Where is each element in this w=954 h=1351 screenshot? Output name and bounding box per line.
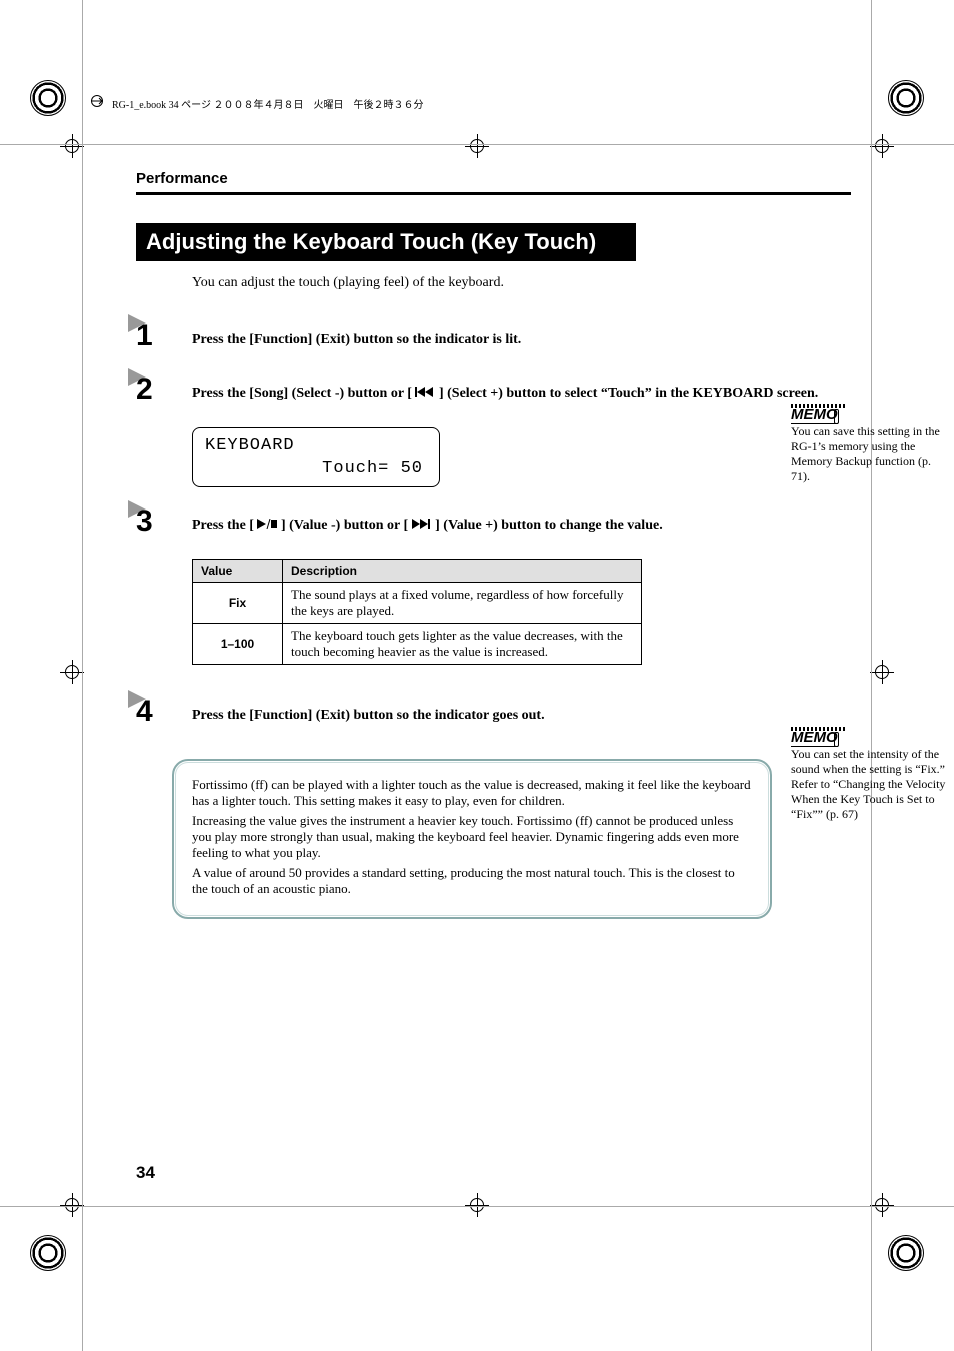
lcd-screen: KEYBOARD Touch= 50 [192,427,440,487]
step-instruction: Press the [Song] (Select -) button or [ … [192,386,851,402]
play-stop-icon [257,518,277,534]
step-number: 2 [136,373,192,407]
crop-mark-icon [60,1193,84,1217]
step-number: 3 [136,505,192,539]
registration-mark-icon [888,80,924,116]
crop-mark-icon [870,134,894,158]
book-header-text: RG-1_e.book 34 ページ ２００８年４月８日 火曜日 午後２時３６分 [112,96,423,111]
step-1: 1 Press the [Function] (Exit) button so … [136,319,851,353]
memo-icon: MEMO [791,729,838,747]
registration-mark-icon [30,1235,66,1271]
table-row: 1–100 The keyboard touch gets lighter as… [193,624,642,665]
step-instruction: Press the [Function] (Exit) button so th… [192,332,851,348]
step-text-part: ] (Value -) button or [ [277,518,411,533]
step-3: 3 Press the [ ] (Value -) button or [ ] … [136,505,851,539]
info-paragraph: A value of around 50 provides a standard… [192,865,752,897]
memo-text: You can set the intensity of the sound w… [791,747,951,777]
step-text-part: ] (Select +) button to select “Touch” in… [435,386,818,401]
step-4: 4 Press the [Function] (Exit) button so … [136,695,851,729]
registration-mark-icon [888,1235,924,1271]
table-cell-value: 1–100 [193,624,283,665]
screen-line-2: Touch= 50 [205,459,427,478]
memo-sidebar-1: MEMO You can save this setting in the RG… [791,404,951,484]
crop-mark-icon [870,660,894,684]
table-header-value: Value [193,560,283,583]
crop-mark-icon [465,1193,489,1217]
crop-line [82,0,83,1351]
step-instruction: Press the [Function] (Exit) button so th… [192,708,851,724]
crop-line [871,0,872,1351]
table-header-description: Description [283,560,642,583]
fast-forward-icon [412,518,432,534]
table-cell-description: The sound plays at a fixed volume, regar… [283,583,642,624]
crop-mark-icon [870,1193,894,1217]
memo-text: Refer to “Changing the Velocity When the… [791,777,951,822]
memo-text: You can save this setting in the RG-1’s … [791,424,951,484]
value-table: Value Description Fix The sound plays at… [192,559,642,665]
table-cell-value: Fix [193,583,283,624]
step-2: 2 Press the [Song] (Select -) button or … [136,373,851,407]
step-text-part: Press the [Song] (Select -) button or [ [192,386,415,401]
rewind-icon [415,386,435,402]
table-row: Fix The sound plays at a fixed volume, r… [193,583,642,624]
table-cell-description: The keyboard touch gets lighter as the v… [283,624,642,665]
crop-line [0,1206,954,1207]
book-header: RG-1_e.book 34 ページ ２００８年４月８日 火曜日 午後２時３６分 [90,95,423,112]
page-number: 34 [136,1163,155,1183]
memo-sidebar-2: MEMO You can set the intensity of the so… [791,727,951,822]
registration-mark-icon [30,80,66,116]
step-text-part: ] (Value +) button to change the value. [432,518,663,533]
intro-text: You can adjust the touch (playing feel) … [192,275,851,291]
info-paragraph: Increasing the value gives the instrumen… [192,813,752,861]
crop-mark-icon [60,134,84,158]
step-text-part: Press the [ [192,518,257,533]
step-number: 4 [136,695,192,729]
arrow-icon [90,95,106,112]
step-instruction: Press the [ ] (Value -) button or [ ] (V… [192,518,851,534]
crop-mark-icon [465,134,489,158]
crop-line [0,144,954,145]
info-paragraph: Fortissimo (ff) can be played with a lig… [192,777,752,809]
section-header: Performance [136,170,851,187]
info-box: Fortissimo (ff) can be played with a lig… [172,759,772,919]
crop-mark-icon [60,660,84,684]
section-rule [136,192,851,195]
step-number: 1 [136,319,192,353]
memo-icon: MEMO [791,406,838,424]
page-title: Adjusting the Keyboard Touch (Key Touch) [136,223,636,261]
screen-line-1: KEYBOARD [205,436,427,455]
